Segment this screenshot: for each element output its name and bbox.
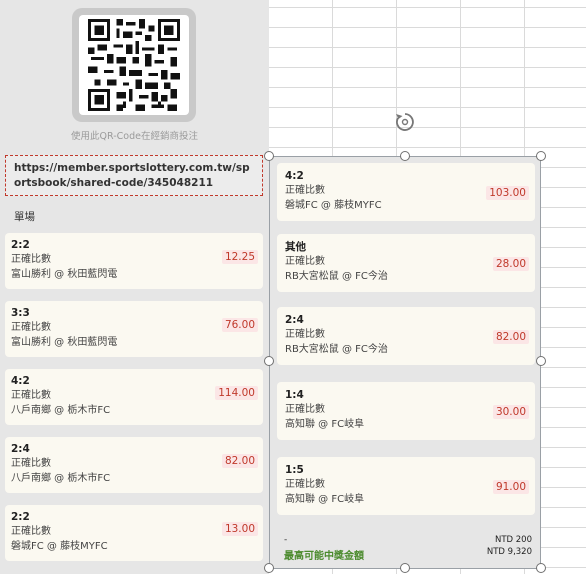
bet-card: 2:2 正確比數 富山勝利 @ 秋田藍閃電 12.25: [5, 233, 263, 289]
bet-score: 2:4: [11, 443, 30, 455]
bet-card: 3:3 正確比數 富山勝利 @ 秋田藍閃電 76.00: [5, 301, 263, 357]
bet-card: 2:2 正確比數 磐城FC @ 藤枝MYFC 13.00: [5, 505, 263, 561]
bet-market: 正確比數: [285, 329, 325, 340]
bet-card: 1:5 正確比數 高知聯 @ FC岐阜 91.00: [277, 457, 535, 515]
bet-teams: RB大宮松鼠 @ FC今治: [285, 344, 388, 355]
bet-market: 正確比數: [11, 254, 51, 265]
section-label-single: 單場: [14, 211, 35, 223]
bet-odds: 76.00: [221, 318, 258, 332]
bet-teams: 磐城FC @ 藤枝MYFC: [285, 200, 382, 211]
resize-handle-bottom-right[interactable]: [536, 563, 546, 573]
bet-teams: 磐城FC @ 藤枝MYFC: [11, 541, 108, 552]
bet-score: 2:2: [11, 511, 30, 523]
bet-market: 正確比數: [11, 458, 51, 469]
max-payout-label: 最高可能中獎金額: [284, 551, 364, 562]
bet-card: 4:2 正確比數 磐城FC @ 藤枝MYFC 103.00: [277, 163, 535, 221]
bet-score: 1:5: [285, 464, 304, 476]
resize-handle-right[interactable]: [536, 356, 546, 366]
bet-odds: 12.25: [221, 250, 258, 264]
bet-score: 2:2: [11, 239, 30, 251]
bet-score: 3:3: [11, 307, 30, 319]
bet-score: 1:4: [285, 389, 304, 401]
bet-teams: RB大宮松鼠 @ FC今治: [285, 271, 388, 282]
bet-card: 其他 正確比數 RB大宮松鼠 @ FC今治 28.00: [277, 234, 535, 292]
max-payout-amount: NTD 9,320: [486, 547, 532, 557]
qr-caption: 使用此QR-Code在經銷商投注: [71, 131, 198, 142]
bet-teams: 八戶南鄉 @ 栃木市FC: [11, 473, 111, 484]
rotate-handle-icon[interactable]: [393, 110, 417, 134]
resize-handle-bottom-left[interactable]: [264, 563, 274, 573]
resize-handle-left[interactable]: [264, 356, 274, 366]
bet-market: 正確比數: [285, 479, 325, 490]
qr-code-icon: [88, 19, 180, 111]
bet-odds: 30.00: [492, 405, 529, 419]
bet-summary-footer: - 最高可能中獎金額 NTD 200 NTD 9,320: [284, 535, 532, 562]
bet-market: 正確比數: [11, 322, 51, 333]
resize-handle-top-right[interactable]: [536, 151, 546, 161]
bet-odds: 13.00: [221, 522, 258, 536]
bet-odds: 82.00: [492, 330, 529, 344]
bet-odds: 28.00: [492, 257, 529, 271]
bet-score: 4:2: [285, 170, 304, 182]
resize-handle-bottom[interactable]: [400, 563, 410, 573]
bet-card: 4:2 正確比數 八戶南鄉 @ 栃木市FC 114.00: [5, 369, 263, 425]
bet-teams: 富山勝利 @ 秋田藍閃電: [11, 337, 118, 348]
bet-slip-image-right[interactable]: 4:2 正確比數 磐城FC @ 藤枝MYFC 103.00 其他 正確比數 RB…: [269, 156, 541, 569]
bet-odds: 91.00: [492, 480, 529, 494]
bet-card: 2:4 正確比數 八戶南鄉 @ 栃木市FC 82.00: [5, 437, 263, 493]
bet-teams: 高知聯 @ FC岐阜: [285, 419, 365, 430]
bet-teams: 高知聯 @ FC岐阜: [285, 494, 365, 505]
stake-amount: NTD 200: [494, 535, 532, 545]
bet-score: 2:4: [285, 314, 304, 326]
resize-handle-top[interactable]: [400, 151, 410, 161]
bet-odds: 114.00: [215, 386, 258, 400]
bet-market: 正確比數: [285, 404, 325, 415]
bet-teams: 富山勝利 @ 秋田藍閃電: [11, 269, 118, 280]
bet-slip-image-left[interactable]: 使用此QR-Code在經銷商投注 https://member.sportslo…: [0, 0, 269, 574]
bet-card: 1:4 正確比數 高知聯 @ FC岐阜 30.00: [277, 382, 535, 440]
bet-odds: 103.00: [486, 186, 529, 200]
bet-odds: 82.00: [221, 454, 258, 468]
bet-market: 正確比數: [11, 526, 51, 537]
bet-market: 正確比數: [285, 256, 325, 267]
resize-handle-top-left[interactable]: [264, 151, 274, 161]
bet-score: 其他: [285, 241, 306, 253]
bet-teams: 八戶南鄉 @ 栃木市FC: [11, 405, 111, 416]
bet-card: 2:4 正確比數 RB大宮松鼠 @ FC今治 82.00: [277, 307, 535, 365]
qr-code-frame: [72, 8, 196, 122]
share-url: https://member.sportslottery.com.tw/spor…: [5, 155, 263, 196]
